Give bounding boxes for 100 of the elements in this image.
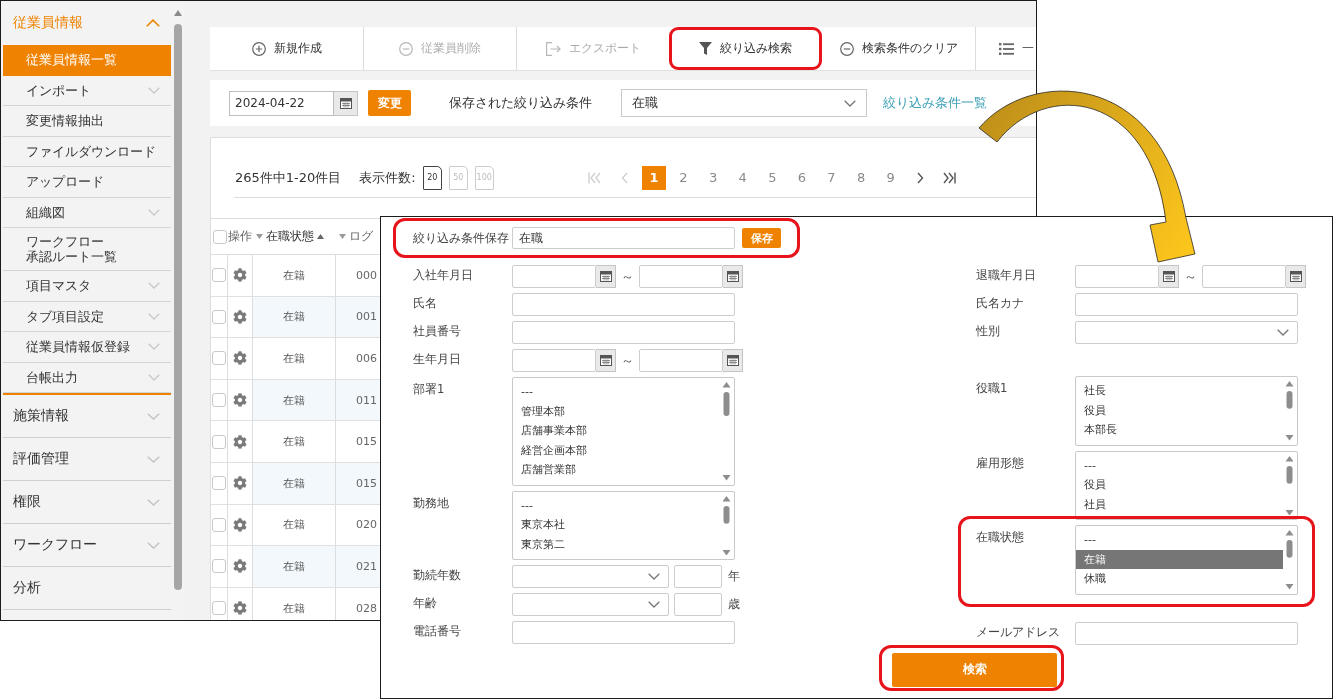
listbox-option[interactable]: 役員 bbox=[1076, 475, 1283, 495]
text-field[interactable] bbox=[512, 621, 735, 644]
number-field[interactable] bbox=[674, 565, 722, 588]
scrollbar[interactable] bbox=[1285, 530, 1294, 590]
listbox-option[interactable]: 店舗営業部 bbox=[513, 460, 720, 480]
sidebar-item[interactable]: 台帳出力 bbox=[3, 362, 171, 393]
saved-filter-select[interactable]: 在職 bbox=[621, 89, 867, 117]
listbox-option[interactable]: --- bbox=[1076, 455, 1283, 475]
listbox-option[interactable]: 社長 bbox=[1076, 381, 1283, 401]
date-field[interactable] bbox=[512, 349, 596, 372]
date-field[interactable] bbox=[639, 349, 723, 372]
select-field[interactable] bbox=[512, 593, 669, 616]
listbox[interactable]: --- 役員 社員 bbox=[1075, 450, 1298, 520]
calendar-button[interactable] bbox=[1286, 265, 1306, 288]
date-field[interactable] bbox=[1075, 265, 1159, 288]
settings-icon[interactable] bbox=[233, 268, 247, 283]
listbox-option[interactable]: 店舗事業本部 bbox=[513, 421, 720, 441]
scrollbar[interactable] bbox=[722, 382, 731, 481]
sidebar-section[interactable]: 分析 bbox=[3, 567, 171, 610]
text-field[interactable] bbox=[512, 321, 735, 344]
chevron-down-icon[interactable] bbox=[147, 541, 160, 549]
last-page-icon[interactable] bbox=[943, 171, 957, 184]
chevron-down-icon[interactable] bbox=[148, 86, 160, 94]
calendar-button[interactable] bbox=[1159, 265, 1179, 288]
chevron-down-icon[interactable] bbox=[147, 498, 160, 506]
toolbar-button[interactable]: 一 bbox=[975, 27, 1036, 70]
page-button[interactable]: 5 bbox=[760, 165, 785, 190]
next-page-icon[interactable] bbox=[916, 171, 924, 184]
page-button[interactable]: 6 bbox=[789, 165, 814, 190]
sidebar-item[interactable]: ワークフロー 承認ルート一覧 bbox=[3, 228, 171, 271]
column-header[interactable]: ログ bbox=[349, 228, 373, 245]
listbox-option[interactable]: 在籍 bbox=[1076, 549, 1283, 569]
sidebar-item[interactable]: タブ項目設定 bbox=[3, 301, 171, 332]
sidebar-item[interactable]: 変更情報抽出 bbox=[3, 106, 171, 137]
sort-up-icon[interactable] bbox=[317, 234, 324, 239]
checkbox[interactable] bbox=[212, 393, 226, 408]
chevron-down-icon[interactable] bbox=[147, 455, 160, 463]
previous-page-icon[interactable] bbox=[620, 171, 628, 184]
column-header[interactable]: 操作 bbox=[228, 228, 252, 245]
sidebar-item[interactable]: インポート bbox=[3, 75, 171, 106]
checkbox[interactable] bbox=[212, 559, 226, 574]
sidebar-item[interactable]: アップロード bbox=[3, 167, 171, 198]
select-field[interactable] bbox=[512, 565, 669, 588]
scrollbar[interactable] bbox=[1285, 455, 1294, 515]
date-field[interactable]: 2024-04-22 bbox=[229, 90, 334, 116]
listbox-option[interactable]: --- bbox=[513, 495, 720, 515]
sidebar-item[interactable]: 組織図 bbox=[3, 197, 171, 228]
sort-down-icon[interactable] bbox=[256, 234, 263, 239]
listbox[interactable]: --- 管理本部 店舗事業本部 経営企画本部 店舗営業部 bbox=[512, 377, 735, 486]
page-button[interactable]: 2 bbox=[671, 165, 696, 190]
first-page-icon[interactable] bbox=[588, 171, 602, 184]
sidebar-item[interactable]: ファイルダウンロード bbox=[3, 136, 171, 167]
calendar-button[interactable] bbox=[596, 265, 616, 288]
listbox-option[interactable]: 東京第二 bbox=[513, 534, 720, 554]
listbox-option[interactable]: 役員 bbox=[1076, 400, 1283, 420]
calendar-button[interactable] bbox=[723, 265, 743, 288]
date-field[interactable] bbox=[639, 265, 723, 288]
column-header[interactable]: 在職状態 bbox=[266, 228, 314, 245]
chevron-down-icon[interactable] bbox=[147, 412, 160, 420]
listbox-option[interactable]: 管理本部 bbox=[513, 401, 720, 421]
settings-icon[interactable] bbox=[233, 559, 247, 574]
checkbox[interactable] bbox=[212, 517, 226, 532]
calendar-button[interactable] bbox=[334, 90, 358, 116]
checkbox[interactable] bbox=[212, 601, 226, 616]
sidebar-item[interactable]: 項目マスタ bbox=[3, 271, 171, 302]
listbox-option[interactable]: --- bbox=[513, 382, 720, 402]
checkbox[interactable] bbox=[212, 476, 226, 491]
settings-icon[interactable] bbox=[233, 393, 247, 408]
listbox-option[interactable]: 東京本社 bbox=[513, 515, 720, 535]
calendar-button[interactable] bbox=[723, 349, 743, 372]
settings-icon[interactable] bbox=[233, 601, 247, 616]
date-field[interactable] bbox=[1202, 265, 1286, 288]
chevron-down-icon[interactable] bbox=[148, 312, 160, 320]
sidebar-item[interactable]: 従業員情報仮登録 bbox=[3, 332, 171, 363]
sidebar-section[interactable]: 評価管理 bbox=[3, 438, 171, 481]
sidebar-section[interactable]: 施策情報 bbox=[3, 395, 171, 438]
listbox-option[interactable]: 本部長 bbox=[1076, 420, 1283, 440]
settings-icon[interactable] bbox=[233, 434, 247, 449]
sidebar-section[interactable]: ワークフロー bbox=[3, 524, 171, 567]
page-button[interactable]: 8 bbox=[849, 165, 874, 190]
listbox-option[interactable]: --- bbox=[1076, 530, 1283, 550]
settings-icon[interactable] bbox=[233, 517, 247, 532]
number-field[interactable] bbox=[674, 593, 722, 616]
text-field[interactable] bbox=[1075, 621, 1298, 645]
sort-down-icon[interactable] bbox=[339, 234, 346, 239]
page-button[interactable]: 9 bbox=[878, 165, 903, 190]
settings-icon[interactable] bbox=[233, 476, 247, 491]
chevron-down-icon[interactable] bbox=[148, 208, 160, 216]
settings-icon[interactable] bbox=[233, 309, 247, 324]
chevron-down-icon[interactable] bbox=[148, 282, 160, 290]
listbox-option[interactable]: 社員 bbox=[1076, 494, 1283, 514]
select-field[interactable] bbox=[1075, 321, 1298, 344]
toolbar-button[interactable]: 絞り込み検索 bbox=[669, 27, 822, 70]
checkbox[interactable] bbox=[212, 268, 226, 283]
chevron-down-icon[interactable] bbox=[148, 373, 160, 381]
page-size-button[interactable]: 20 bbox=[422, 165, 442, 190]
checkbox[interactable] bbox=[212, 309, 226, 324]
text-field[interactable] bbox=[512, 293, 735, 316]
listbox[interactable]: --- 在籍 休職 bbox=[1075, 525, 1298, 595]
text-field[interactable] bbox=[1075, 293, 1298, 316]
